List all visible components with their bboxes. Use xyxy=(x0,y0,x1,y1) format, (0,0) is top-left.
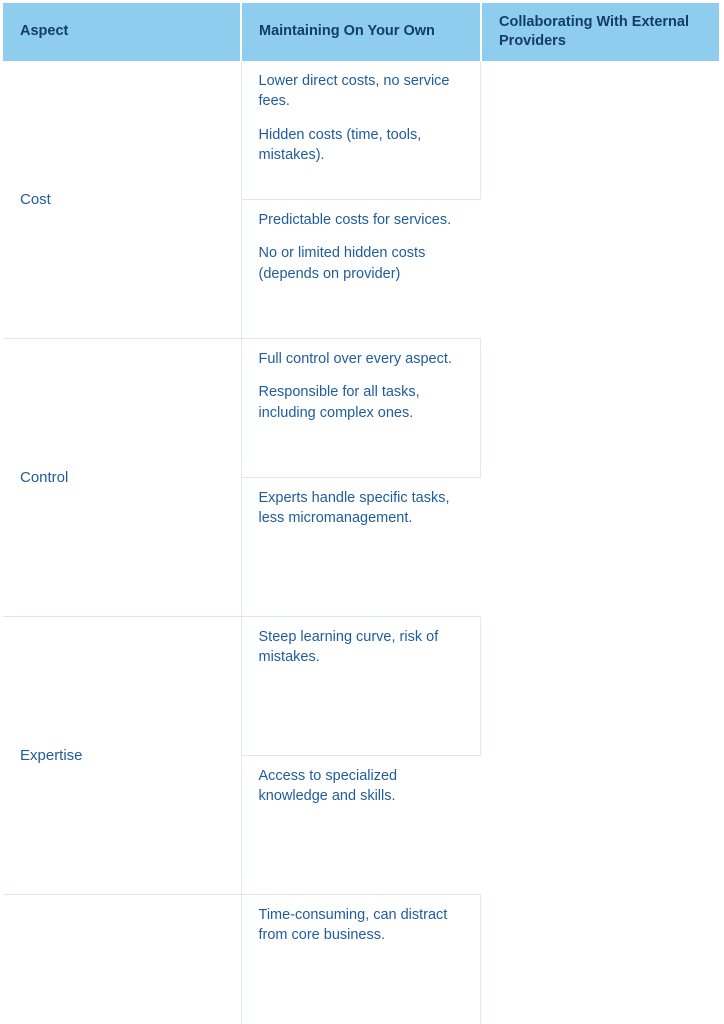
cell-maintaining-on-your-own: Steep learning curve, risk of mistakes. xyxy=(241,616,481,756)
table-row: Control Full control over every aspect. Re… xyxy=(3,338,719,618)
cell-paragraph: No or limited hidden costs (depends on p… xyxy=(258,245,426,282)
cell-aspect: Expertise xyxy=(3,616,242,896)
cell-collaborating-with-external-providers: Experts handle specific tasks, less micr… xyxy=(241,478,481,617)
cell-collaborating-with-external-providers: Predictable costs for services. No or lim… xyxy=(241,200,481,339)
cell-aspect: Control xyxy=(3,338,242,618)
column-header-aspect: Aspect xyxy=(3,3,242,61)
cell-paragraph: Lower direct costs, no service fees. xyxy=(258,72,450,110)
cell-maintaining-on-your-own: Full control over every aspect. Responsib… xyxy=(241,338,481,478)
cell-aspect: Cost xyxy=(3,60,242,340)
cell-maintaining-on-your-own: Time-consuming, can distract from core b… xyxy=(242,894,481,1024)
cell-paragraph: Experts handle specific tasks, less micr… xyxy=(258,489,450,527)
column-header-collaborating-with-external-providers: Collaborating With External Providers xyxy=(481,3,719,61)
table-header: Aspect Maintaining On Your Own Collabora… xyxy=(3,3,719,61)
table-row: Cost Lower direct costs, no service fees.… xyxy=(3,60,719,340)
cell-paragraph: Responsible for all tasks, including com… xyxy=(258,384,420,421)
comparison-table: Aspect Maintaining On Your Own Collabora… xyxy=(3,3,719,1024)
table-body: Cost Lower direct costs, no service fees.… xyxy=(3,60,719,1024)
cell-aspect: Time Commitment xyxy=(3,894,242,1024)
cell-paragraph: Hidden costs (time, tools, mistakes). xyxy=(258,126,422,164)
cell-maintaining-on-your-own: Lower direct costs, no service fees. Hidd… xyxy=(241,60,481,200)
cell-collaborating-with-external-providers: Access to specialized knowledge and skil… xyxy=(241,756,481,895)
cell-paragraph: Access to specialized knowledge and skil… xyxy=(258,767,398,805)
cell-paragraph: Steep learning curve, risk of mistakes. xyxy=(258,628,439,666)
table-row: Time Commitment Time-consuming, can distr… xyxy=(3,894,719,1024)
column-header-maintaining-on-your-own: Maintaining On Your Own xyxy=(241,3,482,61)
cell-paragraph: Time-consuming, can distract from core b… xyxy=(258,906,448,944)
comparison-table-container: Aspect Maintaining On Your Own Collabora… xyxy=(0,0,724,1024)
cell-paragraph: Full control over every aspect. xyxy=(258,350,452,367)
cell-paragraph: Predictable costs for services. xyxy=(258,211,452,228)
table-header-row: Aspect Maintaining On Your Own Collabora… xyxy=(3,3,719,61)
table-row: Expertise Steep learning curve, risk of m… xyxy=(3,616,719,896)
